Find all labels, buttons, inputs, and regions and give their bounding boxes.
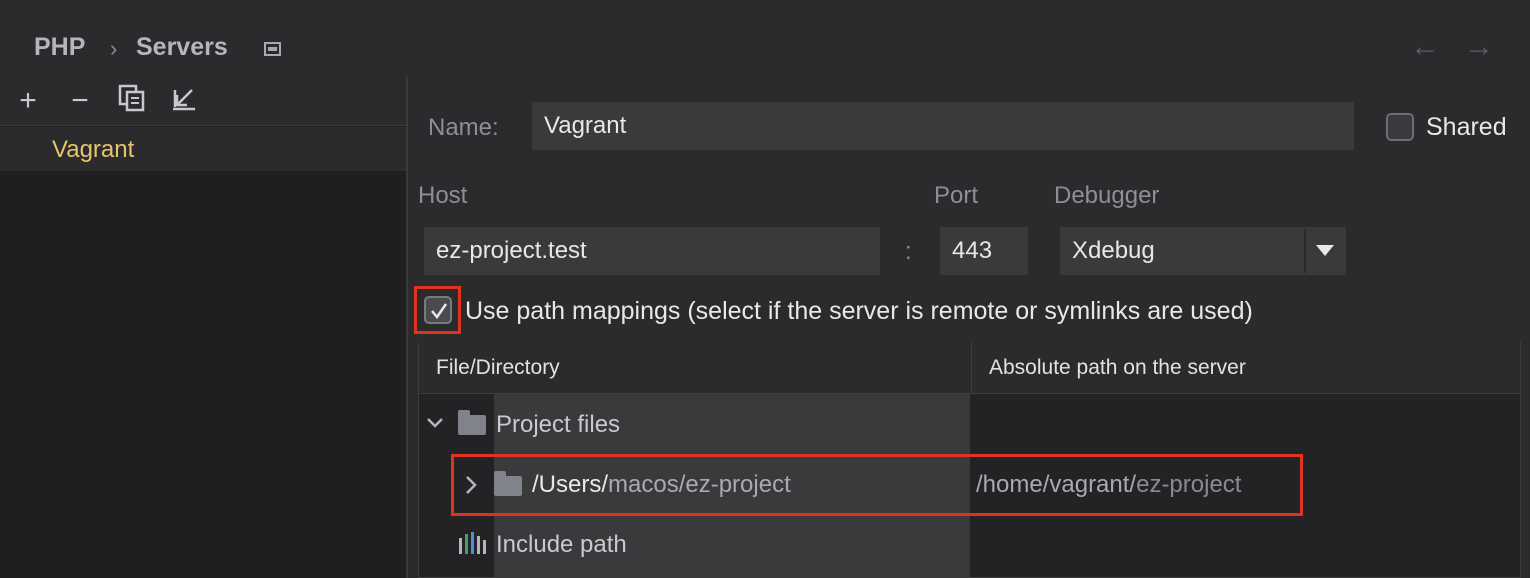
add-server-button[interactable]: + [11, 84, 45, 118]
copy-server-button[interactable] [115, 84, 149, 118]
shared-checkbox[interactable] [1386, 113, 1414, 141]
debugger-select-value: Xdebug [1072, 237, 1155, 264]
include-path-label[interactable]: Include path [496, 531, 627, 559]
path-mapping-checkbox[interactable] [424, 296, 452, 324]
port-separator: : [905, 238, 912, 265]
page-title: Servers [136, 33, 228, 61]
server-list-toolbar [0, 76, 406, 126]
server-item-label[interactable]: Vagrant [52, 136, 134, 164]
debugger-label: Debugger [1054, 182, 1160, 209]
forward-arrow-icon[interactable]: → [1464, 30, 1494, 64]
host-label: Host [418, 182, 468, 209]
mapping-row-highlight [451, 454, 1303, 516]
name-label: Name: [428, 114, 499, 141]
shared-label: Shared [1426, 113, 1507, 141]
host-field[interactable]: ez-project.test [424, 227, 880, 275]
window-layout-icon[interactable] [264, 42, 281, 56]
checkmark-icon [431, 303, 448, 320]
pane-divider[interactable] [406, 76, 408, 578]
breadcrumb-separator: › [110, 36, 118, 61]
port-label: Port [934, 182, 979, 209]
port-field[interactable]: 443 [940, 227, 1028, 275]
copy-icon [118, 84, 145, 112]
select-divider [1304, 229, 1306, 273]
back-arrow-icon[interactable]: ← [1410, 30, 1440, 64]
name-field[interactable]: Vagrant [532, 102, 1354, 150]
chevron-down-icon[interactable] [1316, 245, 1334, 257]
column-header-file[interactable]: File/Directory [419, 342, 971, 394]
chevron-down-icon[interactable] [426, 416, 444, 430]
import-icon [173, 89, 195, 111]
import-server-button[interactable] [167, 84, 201, 118]
breadcrumb-php[interactable]: PHP [34, 33, 85, 62]
folder-icon [458, 410, 486, 435]
remove-server-button[interactable]: − [63, 84, 97, 118]
library-icon [459, 532, 486, 554]
path-mapping-label[interactable]: Use path mappings (select if the server … [465, 297, 1253, 326]
project-files-label[interactable]: Project files [496, 411, 620, 439]
column-header-server-path[interactable]: Absolute path on the server [971, 342, 1520, 394]
